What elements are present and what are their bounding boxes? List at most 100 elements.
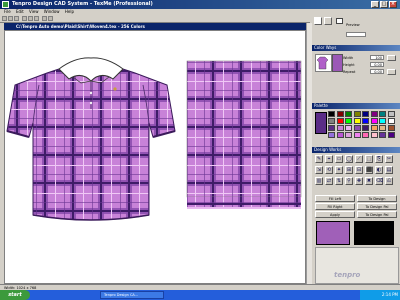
- task-tenpro[interactable]: Tenpro Design CA...: [100, 291, 164, 299]
- tool-icon[interactable]: ▥: [315, 177, 323, 185]
- palette-swatch[interactable]: [362, 118, 369, 124]
- tool-icon[interactable]: ⎘: [375, 155, 383, 163]
- palette-swatch[interactable]: [387, 111, 395, 117]
- design-canvas[interactable]: [4, 30, 306, 284]
- tool-icon[interactable]: ⇲: [315, 166, 323, 174]
- pen-icon[interactable]: [324, 17, 332, 25]
- palette-swatch[interactable]: [328, 132, 335, 138]
- open-icon[interactable]: [8, 16, 13, 21]
- tool-icon[interactable]: ✎: [315, 155, 323, 163]
- palette-swatch[interactable]: [362, 125, 369, 131]
- to-design-button[interactable]: To Design: [357, 195, 397, 202]
- palette-swatch[interactable]: [345, 132, 352, 138]
- colorway-plaid-thumb[interactable]: [332, 54, 343, 72]
- palette-swatch[interactable]: [328, 118, 335, 124]
- menu-edit[interactable]: Edit: [16, 9, 24, 14]
- palette-swatch[interactable]: [362, 132, 369, 138]
- palette-swatch[interactable]: [345, 111, 352, 117]
- tool-icon[interactable]: ▭: [335, 155, 343, 163]
- start-button[interactable]: start: [0, 290, 30, 300]
- to-design-pal-button[interactable]: To Design Pal: [357, 203, 397, 210]
- tool-icon[interactable]: ⟋: [355, 155, 363, 163]
- tool-icon[interactable]: ✂: [385, 155, 393, 163]
- minimize-button[interactable]: _: [371, 1, 379, 8]
- palette-swatch[interactable]: [370, 111, 378, 117]
- palette-swatch[interactable]: [328, 111, 335, 117]
- tool-icon[interactable]: ⊞: [345, 166, 353, 174]
- menu-window[interactable]: Window: [44, 9, 60, 14]
- undo-icon[interactable]: [42, 16, 47, 21]
- palette-swatch[interactable]: [379, 118, 386, 124]
- palette-swatch[interactable]: [379, 111, 386, 117]
- preview-field[interactable]: [346, 32, 366, 37]
- tool-icon[interactable]: ▤: [385, 166, 393, 174]
- title-bar: Tenpro Design CAD System - TexMe (Profes…: [0, 0, 400, 9]
- tool-icon[interactable]: ⟲: [325, 166, 333, 174]
- copy-icon[interactable]: [28, 16, 33, 21]
- to-design-pal-button-2[interactable]: To Design Pal: [357, 211, 397, 218]
- tool-icon[interactable]: ⇅: [335, 177, 343, 185]
- repeat-field[interactable]: 0.00: [370, 69, 384, 74]
- maximize-button[interactable]: □: [380, 1, 388, 8]
- tool-icon[interactable]: ◐: [375, 166, 383, 174]
- palette-swatch[interactable]: [336, 125, 344, 131]
- close-button[interactable]: ×: [389, 1, 397, 8]
- tool-icon[interactable]: ✦: [335, 166, 343, 174]
- palette-swatch[interactable]: [336, 132, 344, 138]
- tool-icon[interactable]: ⌖: [325, 155, 333, 163]
- palette-swatch[interactable]: [353, 132, 361, 138]
- color-preview-right[interactable]: [354, 221, 394, 245]
- fill-left-button[interactable]: Fill Left: [315, 195, 355, 202]
- palette-swatch[interactable]: [336, 111, 344, 117]
- cut-icon[interactable]: [22, 16, 27, 21]
- palette-swatch[interactable]: [353, 125, 361, 131]
- palette-swatch[interactable]: [336, 118, 344, 124]
- repeat-label: Repeat: [343, 70, 356, 74]
- tool-icon[interactable]: ◯: [345, 155, 353, 163]
- palette-swatch[interactable]: [345, 125, 352, 131]
- preview-label: Preview: [346, 23, 360, 27]
- palette-swatch[interactable]: [379, 125, 386, 131]
- colorway-thumbnail[interactable]: [315, 54, 332, 72]
- tool-icon[interactable]: ✚: [355, 177, 363, 185]
- tool-icon[interactable]: ⬚: [365, 155, 373, 163]
- tool-icon[interactable]: ⚲: [345, 177, 353, 185]
- tool-icon[interactable]: ⬛: [365, 166, 373, 174]
- palette-swatch[interactable]: [370, 125, 378, 131]
- paste-icon[interactable]: [34, 16, 39, 21]
- new-tool-button[interactable]: [314, 17, 322, 25]
- width-field[interactable]: 100: [370, 55, 384, 60]
- palette-swatch[interactable]: [370, 132, 378, 138]
- palette-swatch[interactable]: [353, 111, 361, 117]
- tool-icon[interactable]: ⌫: [375, 177, 383, 185]
- palette-swatch[interactable]: [387, 132, 395, 138]
- palette-swatch[interactable]: [387, 118, 395, 124]
- colorway-button-2[interactable]: [387, 69, 396, 75]
- menu-file[interactable]: File: [4, 9, 11, 14]
- new-icon[interactable]: [2, 16, 7, 21]
- palette-swatch[interactable]: [379, 132, 386, 138]
- tool-grid: ✎ ⌖ ▭ ◯ ⟋ ⬚ ⎘ ✂ ⇲ ⟲ ✦ ⊞ ⊟ ⬛ ◐ ▤ ▥ ⇄ ⇅ ⚲ ✚ ✖ ⌫ ⎌: [315, 155, 399, 189]
- palette-grid: [328, 111, 398, 139]
- palette-swatch[interactable]: [370, 118, 378, 124]
- redo-icon[interactable]: [48, 16, 53, 21]
- apply-button[interactable]: Apply: [315, 211, 355, 218]
- palette-swatch[interactable]: [362, 111, 369, 117]
- tool-icon[interactable]: ✖: [365, 177, 373, 185]
- menu-help[interactable]: Help: [65, 9, 74, 14]
- right-panel: Preview Color Ways Width 100 Height 0.00…: [312, 15, 400, 287]
- palette-swatch[interactable]: [345, 118, 352, 124]
- current-color[interactable]: [315, 112, 327, 134]
- palette-swatch[interactable]: [328, 125, 335, 131]
- tool-icon[interactable]: ⊟: [355, 166, 363, 174]
- palette-swatch[interactable]: [387, 125, 395, 131]
- tool-icon[interactable]: ⇄: [325, 177, 333, 185]
- fill-right-button[interactable]: Fill Right: [315, 203, 355, 210]
- palette-swatch[interactable]: [353, 118, 361, 124]
- tool-icon[interactable]: ⎌: [385, 177, 393, 185]
- menu-view[interactable]: View: [29, 9, 39, 14]
- colorway-button-1[interactable]: [387, 55, 396, 61]
- save-icon[interactable]: [14, 16, 19, 21]
- height-field[interactable]: 0.00: [370, 62, 384, 67]
- color-preview-left[interactable]: [316, 221, 350, 245]
